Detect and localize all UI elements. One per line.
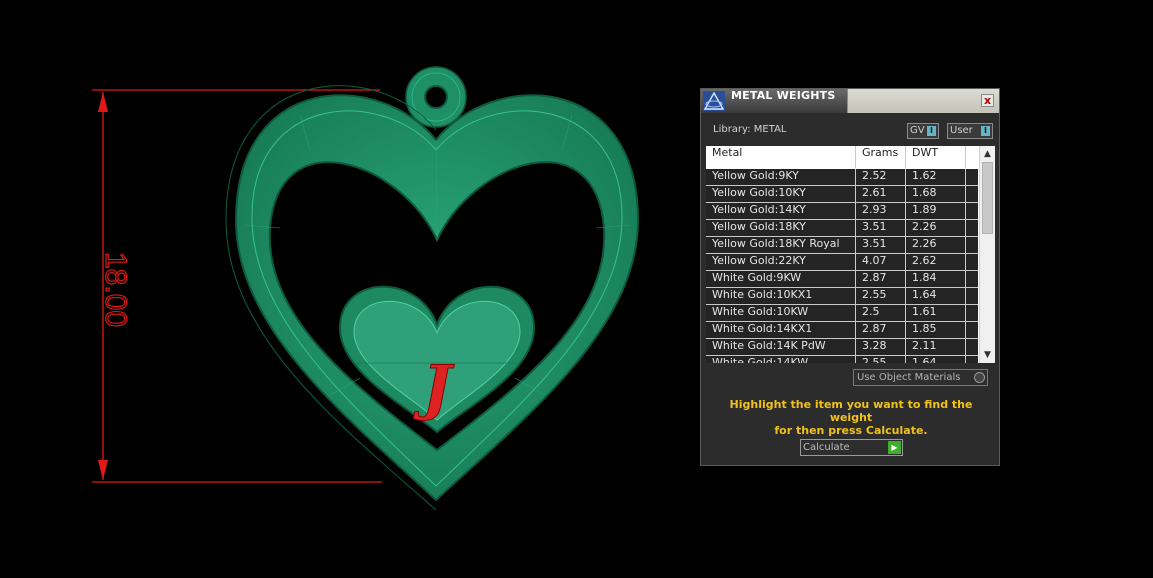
- dwt-cell: 1.85: [906, 322, 966, 338]
- table-row[interactable]: White Gold:9KW 2.87 1.84: [706, 271, 978, 288]
- pendant-bail: [405, 66, 467, 128]
- metal-name-cell: White Gold:14KX1: [706, 322, 856, 338]
- gv-toggle-label: GV: [910, 125, 925, 136]
- table-row[interactable]: White Gold:14KX1 2.87 1.85: [706, 322, 978, 339]
- grams-cell: 2.5: [856, 305, 906, 321]
- table-header: Metal Grams DWT: [706, 146, 978, 168]
- grams-cell: 3.28: [856, 339, 906, 355]
- dwt-cell: 2.26: [906, 220, 966, 236]
- scrollbar-thumb[interactable]: [982, 162, 993, 234]
- table-row[interactable]: Yellow Gold:14KY 2.93 1.89: [706, 203, 978, 220]
- grams-cell: 2.87: [856, 271, 906, 287]
- grams-cell: 2.52: [856, 169, 906, 185]
- table-row[interactable]: White Gold:14KW 2.55 1.64: [706, 356, 978, 363]
- dwt-cell: 1.68: [906, 186, 966, 202]
- user-library-toggle[interactable]: User I: [947, 123, 993, 139]
- dwt-cell: 1.64: [906, 288, 966, 304]
- radio-icon[interactable]: [974, 372, 985, 383]
- scroll-up-icon[interactable]: ▲: [980, 147, 995, 161]
- viewport-canvas: 18.00 J: [92, 66, 640, 511]
- use-object-materials-option[interactable]: Use Object Materials: [853, 369, 988, 386]
- dwt-cell: 2.62: [906, 254, 966, 270]
- dwt-cell: 1.84: [906, 271, 966, 287]
- grams-cell: 2.55: [856, 356, 906, 363]
- dimension-arrow-top: [98, 92, 108, 112]
- table-row[interactable]: Yellow Gold:10KY 2.61 1.68: [706, 186, 978, 203]
- user-toggle-label: User: [950, 125, 973, 136]
- instructions-text: Highlight the item you want to find the …: [711, 398, 991, 437]
- table-row[interactable]: Yellow Gold:22KY 4.07 2.62: [706, 254, 978, 271]
- library-label: Library: METAL: [713, 124, 787, 135]
- play-arrow-icon: ▶: [888, 441, 901, 454]
- instructions-line-2: for then press Calculate.: [774, 424, 928, 437]
- metal-weights-panel: METAL WEIGHTS x Library: METAL GV I User…: [700, 88, 1000, 466]
- table-row[interactable]: Yellow Gold:9KY 2.52 1.62: [706, 169, 978, 186]
- dwt-cell: 1.89: [906, 203, 966, 219]
- 3d-viewport[interactable]: 18.00 J: [0, 0, 690, 578]
- dwt-cell: 1.62: [906, 169, 966, 185]
- grams-cell: 2.55: [856, 288, 906, 304]
- use-object-materials-label: Use Object Materials: [857, 372, 961, 383]
- instructions-line-1: Highlight the item you want to find the …: [729, 398, 973, 424]
- heart-pendant-model[interactable]: J: [225, 85, 640, 511]
- grams-cell: 3.51: [856, 237, 906, 253]
- calculate-label: Calculate: [803, 442, 850, 453]
- grams-cell: 2.87: [856, 322, 906, 338]
- metal-name-cell: Yellow Gold:18KY: [706, 220, 856, 236]
- panel-titlebar[interactable]: METAL WEIGHTS x: [701, 89, 999, 113]
- metal-name-cell: Yellow Gold:14KY: [706, 203, 856, 219]
- grams-cell: 2.93: [856, 203, 906, 219]
- panel-title: METAL WEIGHTS: [731, 89, 836, 102]
- dimension-value: 18.00: [99, 252, 132, 327]
- grams-cell: 3.51: [856, 220, 906, 236]
- scroll-down-icon[interactable]: ▼: [980, 348, 995, 362]
- table-scrollbar[interactable]: ▲ ▼: [979, 146, 995, 363]
- metal-name-cell: Yellow Gold:9KY: [706, 169, 856, 185]
- metal-name-cell: Yellow Gold:22KY: [706, 254, 856, 270]
- dimension-arrow-bottom: [98, 460, 108, 480]
- metal-table: Metal Grams DWT Yellow Gold:9KY 2.52 1.62 Y…: [706, 146, 995, 363]
- metal-name-cell: White Gold:14KW: [706, 356, 856, 363]
- user-toggle-switch: I: [981, 126, 990, 136]
- column-header-dwt[interactable]: DWT: [906, 146, 966, 168]
- app-logo-icon: [703, 91, 725, 111]
- metal-name-cell: White Gold:14K PdW: [706, 339, 856, 355]
- table-row[interactable]: Yellow Gold:18KY 3.51 2.26: [706, 220, 978, 237]
- dwt-cell: 2.11: [906, 339, 966, 355]
- metal-name-cell: White Gold:9KW: [706, 271, 856, 287]
- dwt-cell: 1.64: [906, 356, 966, 363]
- panel-title-tab: METAL WEIGHTS: [701, 89, 848, 113]
- table-row[interactable]: Yellow Gold:18KY Royal 3.51 2.26: [706, 237, 978, 254]
- dwt-cell: 2.26: [906, 237, 966, 253]
- table-body: Yellow Gold:9KY 2.52 1.62 Yellow Gold:10KY 2…: [706, 169, 978, 363]
- table-row[interactable]: White Gold:14K PdW 3.28 2.11: [706, 339, 978, 356]
- metal-name-cell: Yellow Gold:10KY: [706, 186, 856, 202]
- close-button[interactable]: x: [981, 94, 994, 107]
- column-header-grams[interactable]: Grams: [856, 146, 906, 168]
- table-row[interactable]: White Gold:10KX1 2.55 1.64: [706, 288, 978, 305]
- dwt-cell: 1.61: [906, 305, 966, 321]
- metal-name-cell: White Gold:10KX1: [706, 288, 856, 304]
- gv-library-toggle[interactable]: GV I: [907, 123, 939, 139]
- table-row[interactable]: White Gold:10KW 2.5 1.61: [706, 305, 978, 322]
- gv-toggle-switch: I: [927, 126, 936, 136]
- metal-name-cell: Yellow Gold:18KY Royal: [706, 237, 856, 253]
- grams-cell: 4.07: [856, 254, 906, 270]
- calculate-button[interactable]: Calculate ▶: [800, 439, 903, 456]
- metal-name-cell: White Gold:10KW: [706, 305, 856, 321]
- column-header-metal[interactable]: Metal: [706, 146, 856, 168]
- grams-cell: 2.61: [856, 186, 906, 202]
